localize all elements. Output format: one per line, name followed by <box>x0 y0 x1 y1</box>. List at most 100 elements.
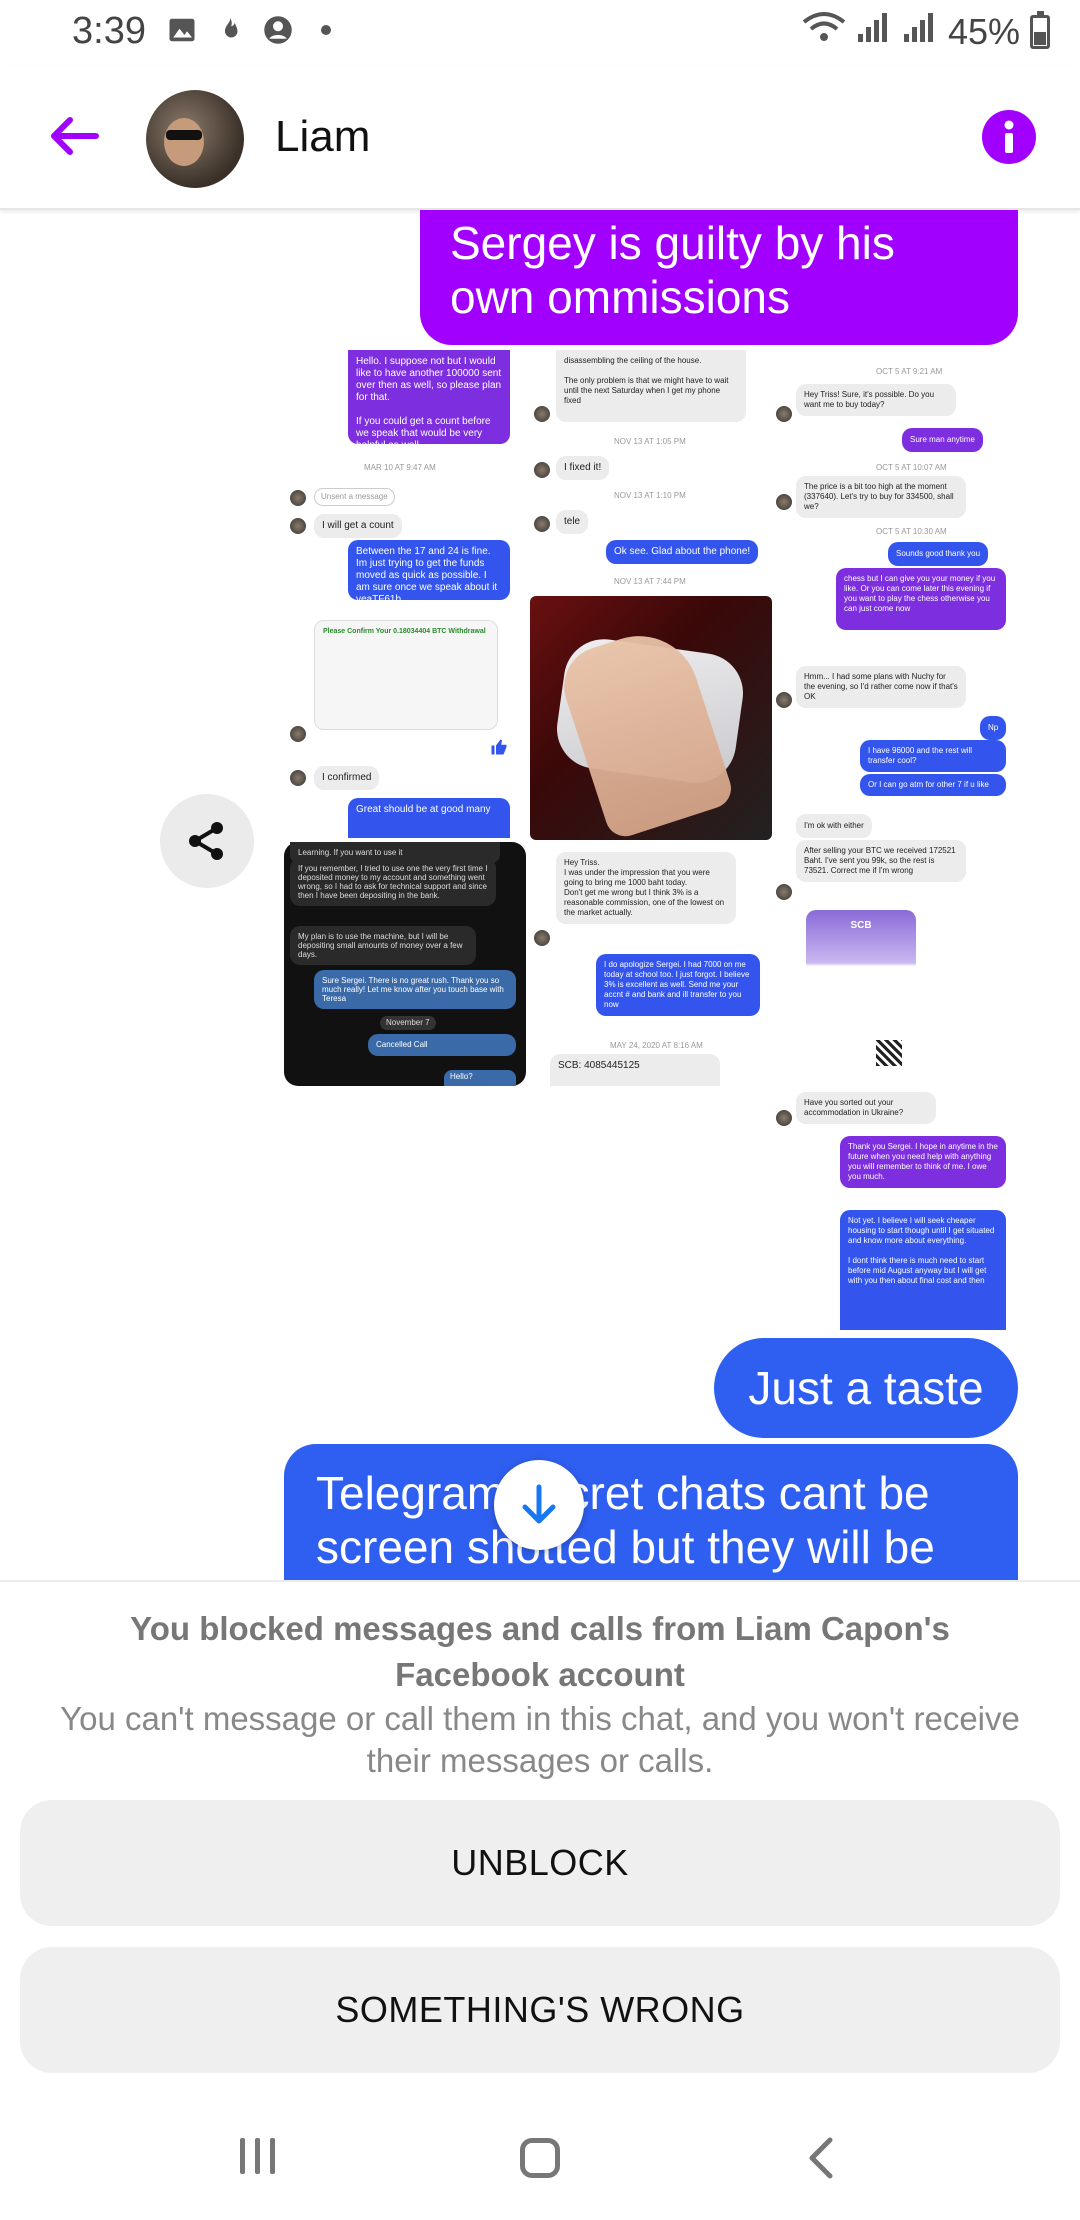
image-message[interactable]: Hello. I suppose not but I would like to… <box>284 350 1018 1330</box>
avatar[interactable] <box>146 90 244 188</box>
scroll-to-bottom-button[interactable] <box>494 1460 584 1550</box>
collage-column-2-lower: Hey Triss. I was under the impression tha… <box>530 844 774 1086</box>
collage-message: Sounds good thank you <box>888 542 989 566</box>
collage-avatar <box>534 406 550 422</box>
battery-percent: 45% <box>947 10 1020 52</box>
collage-message: Between the 17 and 24 is fine. Im just t… <box>348 540 510 605</box>
back-button[interactable] <box>44 106 104 166</box>
collage-call: Cancelled Call <box>368 1034 516 1056</box>
collage-date: November 7 <box>380 1016 436 1030</box>
collage-message: I have 96000 and the rest will transfer … <box>860 740 1006 772</box>
collage-avatar <box>776 494 792 510</box>
qr-code <box>876 1040 902 1066</box>
collage-avatar <box>534 462 550 478</box>
collage-timestamp: OCT 5 AT 10:30 AM <box>876 527 947 536</box>
collage-message: Not yet. I believe I will seek cheaper h… <box>840 1210 1006 1330</box>
home-button[interactable] <box>520 2138 560 2178</box>
unblock-button[interactable]: UNBLOCK <box>20 1800 1060 1926</box>
recent-bar <box>270 2138 275 2174</box>
contact-name[interactable]: Liam <box>275 112 370 162</box>
collage-message: Ok see. Glad about the phone! <box>606 540 759 564</box>
recent-apps-button[interactable] <box>240 2138 275 2174</box>
collage-timestamp: MAY 24, 2020 AT 8:16 AM <box>610 1041 703 1050</box>
collage-message: I do apologize Sergei. I had 7000 on me … <box>596 954 760 1016</box>
signal-icon-2 <box>902 10 938 53</box>
status-left-icons <box>166 14 342 46</box>
recent-bar <box>255 2138 260 2174</box>
avatar-sunglasses <box>166 130 202 140</box>
share-button[interactable] <box>160 794 254 888</box>
collage-column-1: Hello. I suppose not but I would like to… <box>284 350 528 840</box>
collage-dark-screenshot: Learning. If you want to use it If you r… <box>284 842 526 1086</box>
image-icon <box>166 14 198 46</box>
collage-message: I will get a count <box>314 514 402 538</box>
collage-avatar <box>776 1110 792 1126</box>
signal-icon <box>856 10 892 53</box>
message-text: Sergey is guilty by his own ommissions <box>450 217 895 323</box>
collage-message: Sure Sergei. There is no great rush. Tha… <box>314 970 516 1009</box>
collage-message: After selling your BTC we received 17252… <box>796 840 966 882</box>
dot-icon <box>310 14 342 46</box>
collage-message: Have you sorted out your accommodation i… <box>796 1092 936 1124</box>
something-wrong-button[interactable]: SOMETHING'S WRONG <box>20 1947 1060 2073</box>
collage-timestamp: OCT 5 AT 10:07 AM <box>876 463 947 472</box>
chevron-left-icon <box>809 2137 833 2179</box>
collage-avatar <box>776 884 792 900</box>
collage-avatar <box>776 406 792 422</box>
collage-avatar <box>290 490 306 506</box>
collage-message: Np <box>980 716 1007 740</box>
info-button[interactable] <box>982 110 1036 164</box>
collage-message: Hey Triss. I was under the impression tha… <box>556 852 736 924</box>
collage-message: chess but I can give you your money if y… <box>836 568 1006 630</box>
collage-message: Hmm... I had some plans with Nuchy for t… <box>796 666 966 708</box>
message-text: Just a taste <box>748 1362 984 1414</box>
collage-timestamp: MAR 10 AT 9:47 AM <box>364 463 436 472</box>
collage-message: Hello. I suppose not but I would like to… <box>348 350 510 451</box>
collage-avatar <box>534 930 550 946</box>
collage-avatar <box>290 770 306 786</box>
collage-message: Great should be at good many <box>348 798 510 838</box>
status-bar: 3:39 45% <box>0 0 1080 66</box>
message-bubble[interactable]: Just a taste <box>714 1338 1018 1438</box>
collage-message: I'm ok with either <box>796 814 872 838</box>
collage-timestamp: NOV 13 AT 7:44 PM <box>614 577 686 586</box>
collage-message: I confirmed <box>314 766 380 790</box>
collage-message: tele <box>556 510 589 534</box>
collage-avatar <box>290 518 306 534</box>
status-time: 3:39 <box>72 10 146 52</box>
account-icon <box>262 14 294 46</box>
wifi-icon <box>802 10 846 53</box>
collage-avatar <box>290 726 306 742</box>
back-arrow-icon <box>51 117 99 155</box>
info-icon <box>1004 120 1014 153</box>
like-icon <box>490 738 508 756</box>
collage-timestamp: OCT 5 AT 9:21 AM <box>876 367 943 376</box>
flame-icon <box>214 14 246 46</box>
collage-email-screenshot: Please Confirm Your 0.18034404 BTC Withd… <box>314 620 498 730</box>
collage-message: disassembling the ceiling of the house. T… <box>556 350 746 422</box>
app-title: SCB <box>850 920 872 931</box>
battery-icon <box>1030 10 1050 49</box>
collage-message: Sure man anytime <box>902 428 983 452</box>
conversation-header: Liam <box>0 66 1080 210</box>
collage-message: Hello? <box>444 1070 516 1086</box>
arrow-down-icon <box>522 1484 556 1524</box>
messenger-screen: 3:39 45% Liam Sergey is guilty by his ow… <box>0 0 1080 2220</box>
collage-message: My plan is to use the machine, but I wil… <box>290 926 476 965</box>
collage-unsent: Unsent a message <box>314 488 395 506</box>
message-bubble[interactable]: Sergey is guilty by his own ommissions <box>420 210 1018 345</box>
status-right: 45% <box>802 10 1050 53</box>
collage-message: The price is a bit too high at the momen… <box>796 476 966 518</box>
collage-message: If you remember, I tried to use one the … <box>290 858 496 906</box>
collage-message: Or I can go atm for other 7 if u like <box>860 774 1006 796</box>
collage-message: I fixed it! <box>556 456 610 480</box>
collage-hand-photo <box>530 596 772 840</box>
collage-timestamp: NOV 13 AT 1:05 PM <box>614 437 686 446</box>
collage-timestamp: NOV 13 AT 1:10 PM <box>614 491 686 500</box>
system-nav-bar <box>0 2100 1080 2220</box>
recent-bar <box>240 2138 245 2174</box>
collage-column-2: disassembling the ceiling of the house. T… <box>530 350 774 594</box>
avatar-face <box>164 118 204 166</box>
nav-back-button[interactable] <box>806 2136 836 2185</box>
collage-message: Hey Triss! Sure, it's possible. Do you w… <box>796 384 956 416</box>
